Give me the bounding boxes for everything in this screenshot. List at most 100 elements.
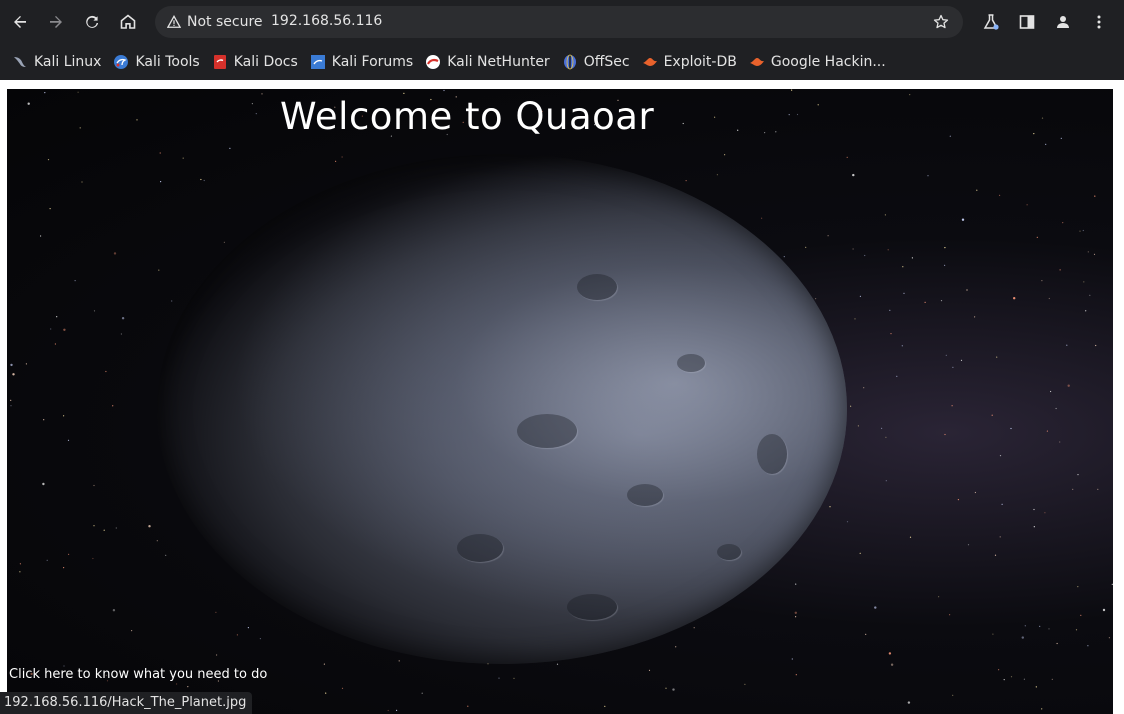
- star: [744, 683, 746, 686]
- star: [323, 663, 325, 665]
- star: [924, 301, 926, 303]
- star: [1093, 253, 1096, 255]
- star: [796, 113, 799, 116]
- star: [182, 157, 184, 159]
- star: [1024, 625, 1026, 627]
- star: [1048, 297, 1050, 300]
- bookmark-google-hacking[interactable]: Google Hackin...: [745, 48, 894, 76]
- star: [889, 309, 891, 311]
- bookmark-kali-nethunter[interactable]: Kali NetHunter: [421, 48, 557, 76]
- star: [1026, 204, 1028, 206]
- star: [783, 256, 785, 258]
- forward-button[interactable]: [42, 8, 70, 36]
- star: [675, 646, 677, 648]
- star: [1085, 310, 1087, 312]
- star: [672, 688, 675, 691]
- address-bar[interactable]: Not secure 192.168.56.116: [155, 6, 963, 38]
- star: [992, 633, 994, 635]
- star: [903, 292, 905, 294]
- star: [817, 104, 819, 106]
- star: [999, 536, 1001, 538]
- star: [927, 175, 929, 177]
- star: [215, 611, 217, 614]
- star: [1066, 344, 1068, 346]
- star: [604, 705, 606, 708]
- home-button[interactable]: [114, 8, 142, 36]
- back-button[interactable]: [6, 8, 34, 36]
- bookmark-kali-docs[interactable]: Kali Docs: [208, 48, 306, 76]
- star: [967, 544, 970, 546]
- star: [1036, 236, 1038, 238]
- bookmark-label: Kali Linux: [34, 54, 102, 70]
- star: [999, 194, 1001, 196]
- bookmark-kali-linux[interactable]: Kali Linux: [8, 48, 109, 76]
- side-panel-button[interactable]: [1013, 8, 1041, 36]
- star: [40, 235, 42, 237]
- instructions-link[interactable]: Click here to know what you need to do: [9, 667, 267, 682]
- star: [171, 300, 173, 302]
- star: [49, 208, 51, 210]
- kali-docs-icon: [213, 55, 226, 69]
- star: [1077, 586, 1079, 588]
- star: [857, 425, 860, 427]
- menu-button[interactable]: [1085, 8, 1113, 36]
- star: [50, 328, 52, 330]
- star: [1041, 708, 1043, 710]
- star: [203, 179, 205, 182]
- security-chip[interactable]: Not secure: [163, 10, 267, 34]
- profile-button[interactable]: [1049, 8, 1077, 36]
- bookmark-label: OffSec: [583, 54, 630, 70]
- star: [1059, 441, 1061, 443]
- star: [136, 119, 138, 121]
- star: [47, 159, 50, 161]
- star: [160, 181, 162, 183]
- star: [1050, 390, 1052, 393]
- star: [996, 356, 998, 358]
- star: [896, 375, 898, 377]
- kebab-menu-icon: [1097, 15, 1101, 29]
- star: [949, 135, 951, 137]
- browser-toolbar: Not secure 192.168.56.116: [0, 0, 1124, 44]
- star: [909, 94, 911, 96]
- star: [63, 415, 65, 417]
- bookmark-offsec[interactable]: OffSec: [558, 48, 638, 76]
- labs-button[interactable]: [977, 8, 1005, 36]
- planet-image: [157, 154, 847, 664]
- star: [960, 359, 963, 361]
- star: [421, 692, 423, 694]
- nethunter-icon: [426, 55, 441, 69]
- star: [648, 669, 651, 672]
- star: [940, 300, 943, 302]
- star: [1045, 143, 1047, 145]
- star: [885, 436, 887, 438]
- star: [827, 235, 829, 237]
- bookmark-kali-tools[interactable]: Kali Tools: [109, 48, 207, 76]
- bookmark-exploit-db[interactable]: Exploit-DB: [638, 48, 745, 76]
- star: [795, 583, 797, 585]
- bookmark-kali-forums[interactable]: Kali Forums: [306, 48, 421, 76]
- star: [261, 93, 263, 95]
- bookmark-label: Kali Tools: [135, 54, 200, 70]
- star: [10, 399, 12, 401]
- star: [120, 333, 122, 335]
- star: [1001, 503, 1003, 505]
- star: [846, 521, 849, 523]
- url-text[interactable]: 192.168.56.116: [271, 13, 382, 29]
- star: [556, 663, 559, 665]
- star: [335, 160, 337, 162]
- star: [341, 687, 344, 689]
- scrollbar-gutter: [1113, 80, 1124, 714]
- star: [974, 316, 976, 318]
- star: [737, 129, 739, 131]
- star: [1089, 294, 1091, 296]
- star: [115, 527, 117, 529]
- star: [43, 419, 45, 421]
- star: [1021, 636, 1024, 639]
- star: [187, 686, 189, 688]
- star: [1077, 474, 1079, 476]
- star: [775, 131, 777, 133]
- star: [682, 122, 684, 125]
- bookmark-star-button[interactable]: [927, 8, 955, 36]
- reload-button[interactable]: [78, 8, 106, 36]
- bookmarks-bar: Kali Linux Kali Tools Kali Docs Kali For…: [0, 44, 1124, 80]
